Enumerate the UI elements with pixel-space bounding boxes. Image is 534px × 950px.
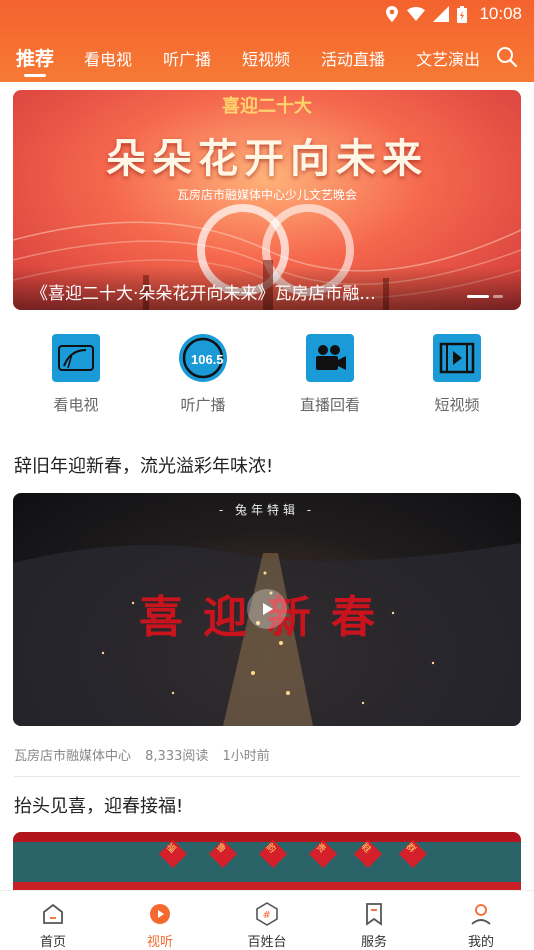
play-button[interactable] [247,589,287,629]
quick-link-label: 直播回看 [299,396,360,414]
quick-links: 看电视 106.5 听广播 直播回看 短视频 [0,334,534,420]
play-icon [263,603,273,615]
nav-label: 首页 [39,935,66,950]
tab-live-events[interactable]: 活动直播 [321,46,385,70]
divider [14,776,520,777]
tab-recommend[interactable]: 推荐 [16,44,54,71]
nav-label: 服务 [360,935,387,950]
radio-icon: 106.5 [179,334,227,382]
app-header: 10:08 推荐 看电视 听广播 短视频 活动直播 文艺演出 [0,0,534,82]
hashtag-icon: # [254,901,280,927]
article-time: 1小时前 [222,749,270,764]
carousel-dot-active [467,295,489,298]
carousel-dot [493,295,503,298]
tab-tv[interactable]: 看电视 [84,46,132,70]
camera-icon [306,334,354,382]
article-video-thumbnail[interactable]: - 兔年特辑 - 喜迎新春 [13,493,521,726]
video-badge: - 兔年特辑 - [218,503,316,517]
quick-link-radio[interactable]: 106.5 听广播 [155,334,251,415]
quick-link-short-video[interactable]: 短视频 [409,334,505,415]
banner-subtitle: 喜迎二十大 [222,96,312,117]
home-icon [40,901,66,927]
nav-label: 视听 [146,935,173,950]
video-icon [433,334,481,382]
svg-text:106.5: 106.5 [191,352,224,367]
quick-link-label: 短视频 [434,396,480,414]
signal-icon [433,6,450,22]
article-source: 瓦房店市融媒体中心 [14,749,132,764]
banner-title: 朵朵花开向未来 [106,135,428,182]
active-tab-indicator [24,74,46,77]
article-reads: 8,333阅读 [145,749,209,764]
nav-home[interactable]: 首页 [13,901,93,950]
nav-profile[interactable]: 我的 [441,901,521,950]
carousel-indicator [467,295,503,298]
quick-link-tv[interactable]: 看电视 [28,334,124,415]
bookmark-icon [361,901,387,927]
banner-organizer: 瓦房店市融媒体中心少儿文艺晚会 [176,188,357,202]
tab-performances[interactable]: 文艺演出 [416,46,480,70]
play-icon [147,901,173,927]
top-tab-bar: 推荐 看电视 听广播 短视频 活动直播 文艺演出 [0,40,534,77]
banner-caption: 《喜迎二十大·朵朵花开向未来》瓦房店市融... [31,284,376,304]
wifi-icon [407,7,426,21]
nav-label: 我的 [467,935,494,950]
article-title[interactable]: 抬头见喜，迎春接福! [14,792,183,818]
status-bar: 10:08 [0,0,534,30]
quick-link-label: 听广播 [180,396,226,414]
article-meta: 瓦房店市融媒体中心 8,333阅读 1小时前 [14,745,280,764]
quick-link-label: 看电视 [53,396,99,414]
user-icon [468,901,494,927]
bottom-navigation: 首页 视听 # 百姓台 服务 我的 [0,890,534,950]
article-title[interactable]: 辞旧年迎新春，流光溢彩年味浓! [14,452,273,478]
svg-text:#: # [263,910,271,921]
tv-icon [52,334,100,382]
tab-short-video[interactable]: 短视频 [242,46,290,70]
nav-label: 百姓台 [247,935,287,950]
clock: 10:08 [479,4,522,23]
location-icon [385,6,399,22]
battery-icon [457,5,468,23]
nav-services[interactable]: 服务 [334,901,414,950]
tab-radio[interactable]: 听广播 [163,46,211,70]
nav-community[interactable]: # 百姓台 [227,901,307,950]
nav-av[interactable]: 视听 [120,901,200,950]
banner-carousel[interactable]: 喜迎二十大 朵朵花开向未来 瓦房店市融媒体中心少儿文艺晚会 《喜迎二十大·朵朵花… [13,90,521,310]
quick-link-replay[interactable]: 直播回看 [282,334,378,415]
search-icon[interactable] [496,46,520,70]
